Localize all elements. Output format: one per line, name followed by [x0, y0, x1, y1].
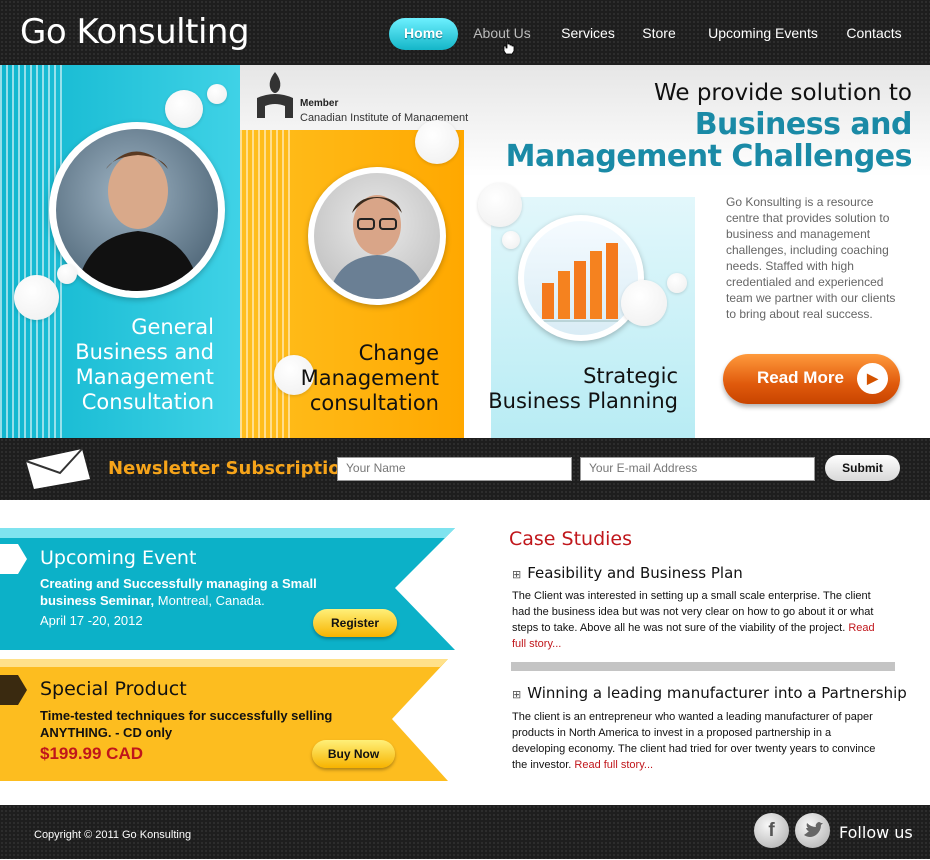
site-logo[interactable]: Go Konsulting [20, 12, 250, 52]
institute-logo-icon [257, 72, 293, 118]
bullet-icon: ⊞ [512, 568, 522, 581]
read-more-button[interactable]: Read More ▶ [723, 354, 900, 404]
bubble-decoration [415, 120, 459, 164]
service-panel-strategic-planning[interactable]: Strategic Business Planning [488, 197, 695, 438]
site-footer: Copyright © 2011 Go Konsulting f Follow … [0, 805, 930, 859]
tagline-headline: Business and [694, 107, 913, 142]
tagline-headline-2: Management Challenges [505, 139, 913, 174]
panel-title: General Business and Management Consulta… [75, 315, 214, 414]
panel-title: Strategic Business Planning [488, 364, 678, 413]
member-badge: Member Canadian Institute of Management [255, 70, 468, 125]
newsletter-bar: Newsletter Subscription Your Name Your E… [0, 438, 930, 500]
consultant-photo [56, 129, 218, 291]
facebook-icon[interactable]: f [754, 813, 789, 848]
bubble-decoration [207, 84, 227, 104]
twitter-icon[interactable] [795, 813, 830, 848]
man-portrait-icon [76, 151, 200, 291]
arrow-right-icon: ▶ [857, 363, 888, 394]
bubble-decoration [165, 90, 203, 128]
panel-title: Change Management consultation [300, 341, 439, 415]
register-button[interactable]: Register [313, 609, 397, 637]
bar-graph-icon [534, 243, 630, 322]
submit-button[interactable]: Submit [825, 455, 900, 481]
site-header: Go Konsulting Home About Us Services Sto… [0, 0, 930, 65]
product-description: Time-tested techniques for successfully … [40, 708, 333, 740]
read-more-label: Read More [757, 368, 844, 387]
special-product-banner: Special Product Time-tested techniques f… [0, 659, 455, 781]
company-description: Go Konsulting is a resource centre that … [726, 195, 896, 321]
bubble-decoration [478, 183, 522, 227]
bubble-decoration [57, 264, 77, 284]
stripe-decoration [0, 65, 64, 438]
twitter-bird-icon [804, 822, 823, 837]
nav-contacts[interactable]: Contacts [843, 18, 905, 50]
case-study-title[interactable]: ⊞ Winning a leading manufacturer into a P… [512, 684, 907, 702]
event-title: Upcoming Event [40, 547, 197, 569]
newsletter-title: Newsletter Subscription [108, 458, 354, 479]
copyright-text: Copyright © 2011 Go Konsulting [34, 829, 192, 841]
buy-now-button[interactable]: Buy Now [312, 740, 395, 768]
name-input[interactable]: Your Name [337, 457, 572, 481]
email-input[interactable]: Your E-mail Address [580, 457, 815, 481]
photo-frame [308, 167, 446, 305]
follow-us-label: Follow us [839, 823, 913, 842]
upcoming-event-banner: Upcoming Event Creating and Successfully… [0, 528, 455, 650]
service-panel-change-management[interactable]: Change Management consultation [240, 120, 464, 438]
case-study-summary: The Client was interested in setting up … [512, 588, 882, 652]
case-study-title[interactable]: ⊞ Feasibility and Business Plan [512, 564, 743, 582]
nav-about-us[interactable]: About Us [464, 18, 540, 50]
service-panel-consultation[interactable]: General Business and Management Consulta… [0, 65, 240, 438]
bubble-decoration [621, 280, 667, 326]
nav-upcoming-events[interactable]: Upcoming Events [705, 18, 821, 50]
case-study-text: The client is an entrepreneur who wanted… [512, 711, 876, 771]
bubble-decoration [667, 273, 687, 293]
product-title: Special Product [40, 678, 187, 700]
case-study-title-text: Winning a leading manufacturer into a Pa… [527, 684, 907, 702]
bubble-decoration [502, 231, 520, 249]
nav-home[interactable]: Home [389, 18, 458, 50]
case-study-title-text: Feasibility and Business Plan [527, 564, 743, 582]
event-description: Creating and Successfully managing a Sma… [40, 575, 340, 609]
man-glasses-portrait-icon [328, 195, 426, 299]
member-label: Member [300, 98, 339, 109]
event-date: April 17 -20, 2012 [40, 613, 143, 628]
case-study-text: The Client was interested in setting up … [512, 590, 874, 634]
divider [511, 662, 895, 671]
event-location: Montreal, Canada. [157, 593, 265, 608]
case-study-summary: The client is an entrepreneur who wanted… [512, 709, 882, 773]
case-studies-heading: Case Studies [509, 528, 633, 550]
nav-store[interactable]: Store [638, 18, 680, 50]
envelope-icon [25, 448, 90, 489]
photo-frame [518, 215, 644, 341]
chart-image [524, 221, 638, 335]
nav-services[interactable]: Services [556, 18, 620, 50]
hero-banner: General Business and Management Consulta… [0, 65, 930, 438]
consultant-photo [314, 173, 440, 299]
tagline-intro: We provide solution to [653, 80, 912, 106]
bubble-decoration [14, 275, 59, 320]
read-full-story-link[interactable]: Read full story... [574, 759, 653, 771]
product-price: $199.99 CAD [40, 744, 144, 763]
bullet-icon: ⊞ [512, 688, 522, 701]
hand-cursor-icon [503, 40, 515, 55]
